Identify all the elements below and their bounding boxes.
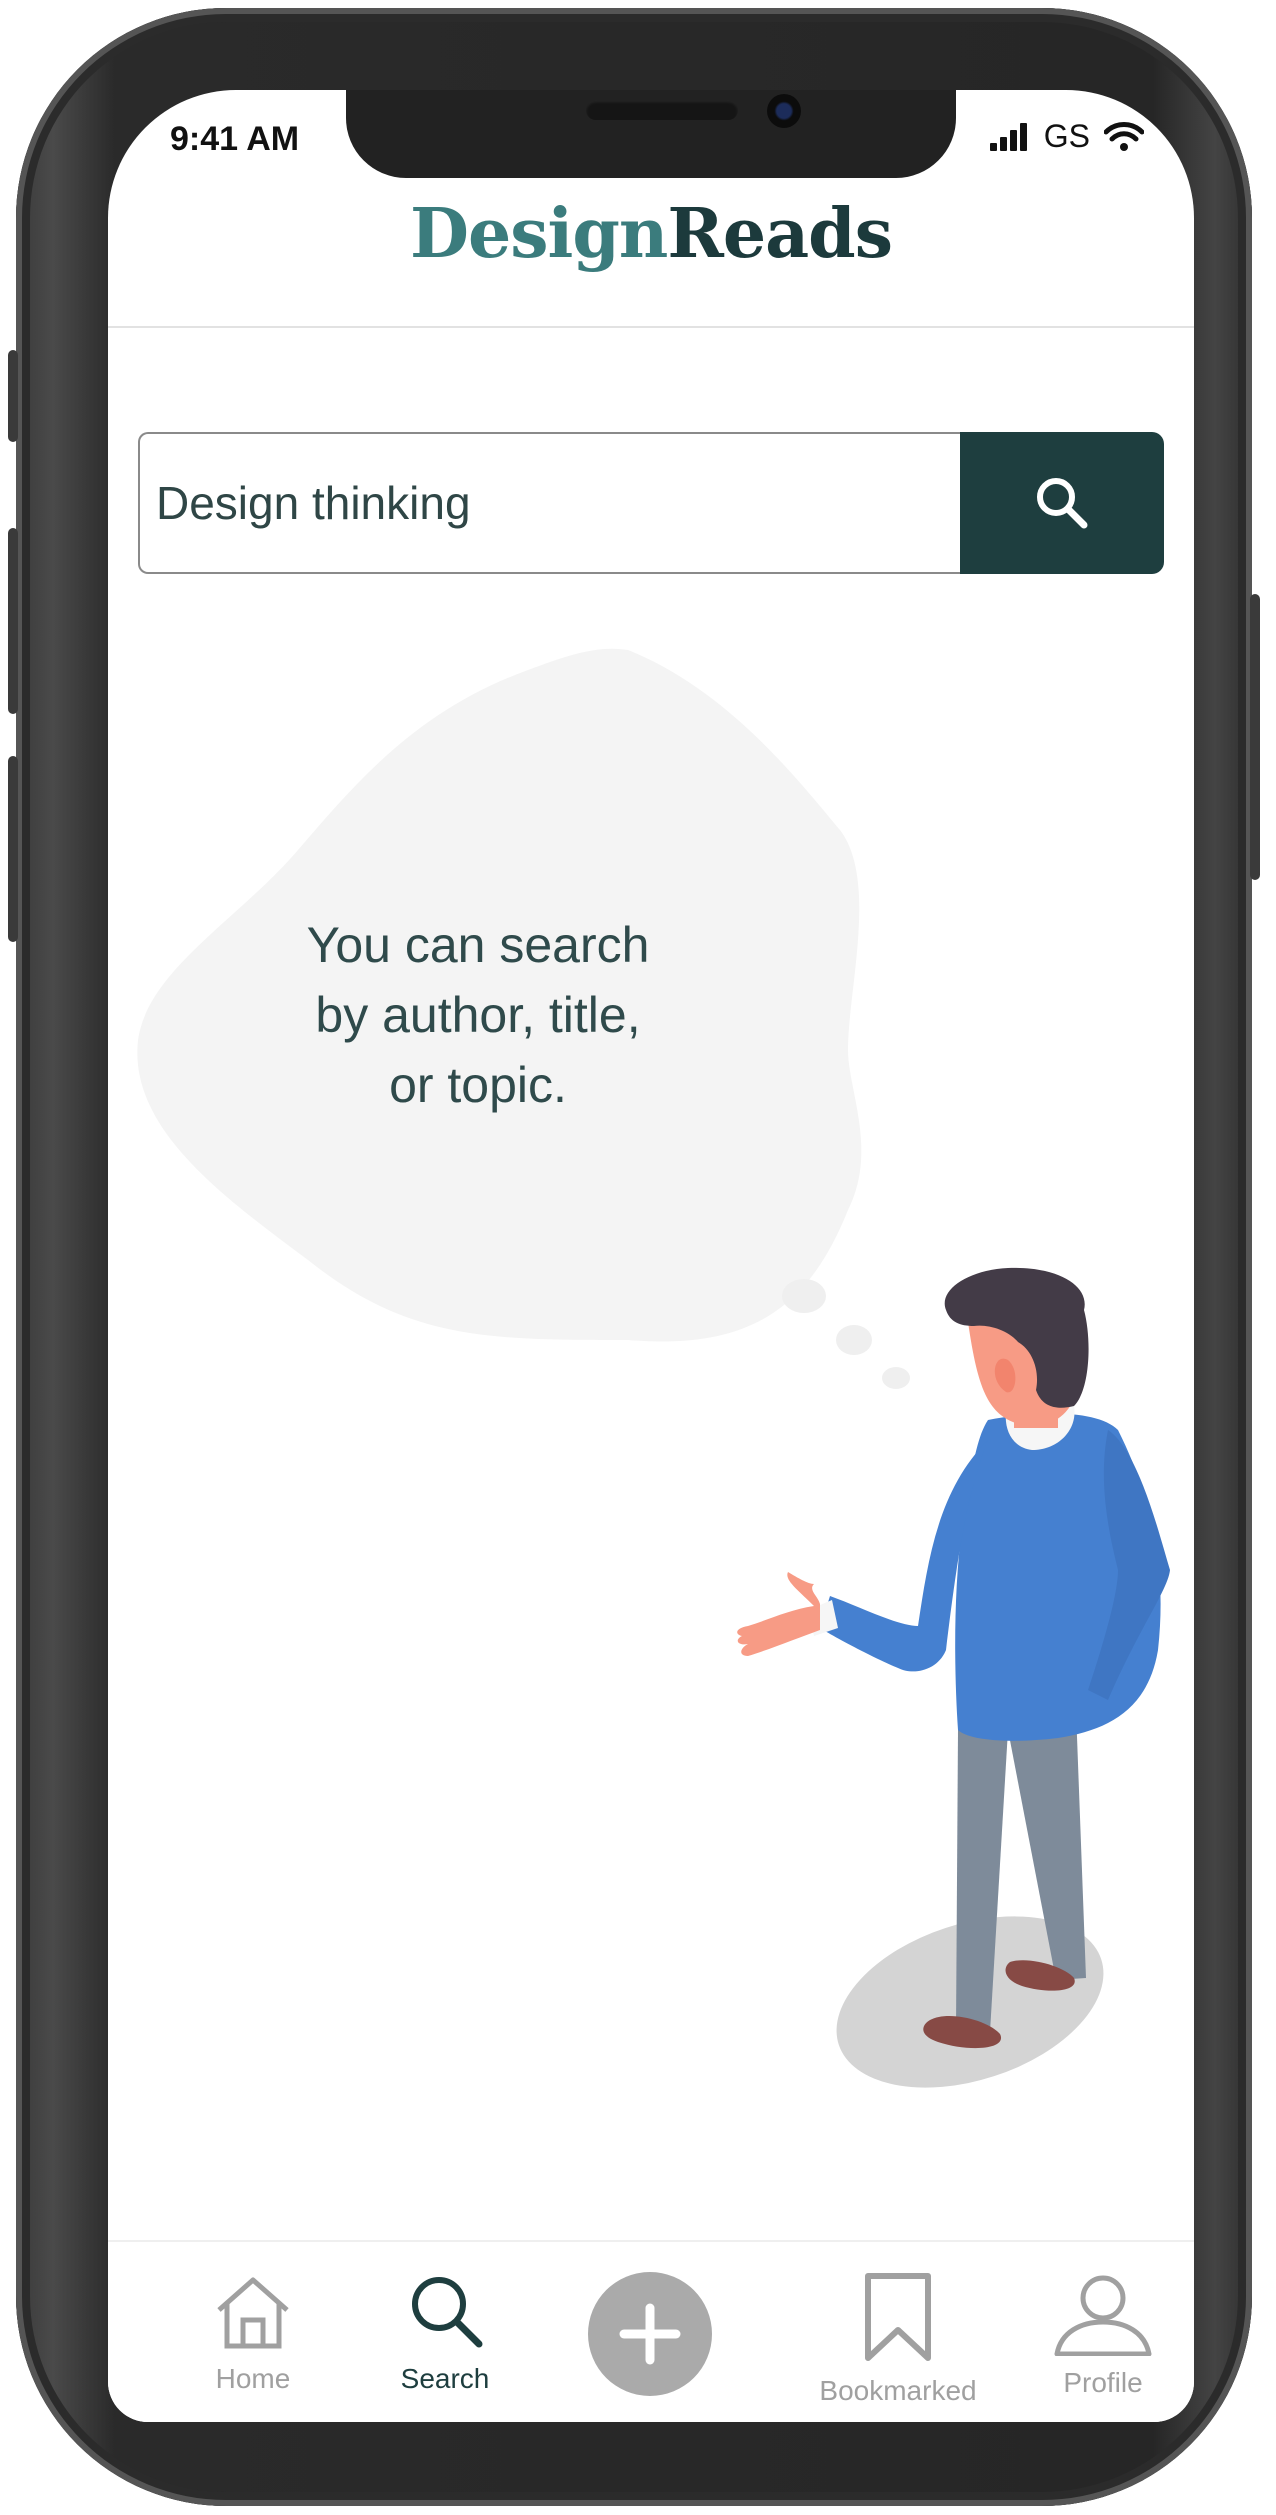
add-button[interactable]	[588, 2272, 712, 2396]
search-icon	[1037, 478, 1088, 529]
signal-icon	[989, 122, 1027, 151]
hint-line-1: You can search	[306, 917, 650, 973]
bottom-tab-bar: Home Search Bookmarked Profile	[108, 2240, 1194, 2422]
app-logo: DesignReads	[108, 200, 1194, 268]
tab-bookmarked-label: Bookmarked	[819, 2375, 977, 2406]
search-icon	[412, 2277, 483, 2348]
tab-profile-label: Profile	[1063, 2367, 1143, 2398]
earpiece-speaker	[586, 100, 738, 120]
search-button[interactable]	[960, 432, 1164, 574]
thought-dot-small	[882, 1367, 910, 1389]
front-camera	[767, 94, 801, 128]
hint-line-2: by author, title,	[315, 987, 641, 1043]
power-button	[1250, 594, 1260, 880]
hint-line-3: or topic.	[389, 1057, 567, 1113]
bookmark-icon	[865, 2273, 931, 2361]
volume-up-button	[8, 528, 18, 714]
wifi-icon	[1104, 121, 1144, 151]
tab-profile[interactable]: Profile	[1038, 2272, 1168, 2399]
thought-dot-medium	[836, 1325, 872, 1355]
home-icon	[217, 2277, 289, 2349]
search-hint: You can search by author, title, or topi…	[248, 910, 708, 1120]
tab-bookmarked[interactable]: Bookmarked	[808, 2272, 988, 2407]
search-input[interactable]	[138, 432, 960, 574]
tab-search[interactable]: Search	[370, 2272, 520, 2395]
logo-reads: Reads	[667, 194, 893, 274]
app-header: DesignReads	[108, 200, 1194, 328]
carrier-label: GS	[1043, 118, 1090, 154]
plus-icon	[619, 2303, 681, 2365]
tab-search-label: Search	[400, 2363, 490, 2394]
logo-design: Design	[409, 194, 668, 274]
hand	[737, 1572, 820, 1656]
thinking-person-illustration	[137, 648, 1170, 2088]
silent-switch	[8, 350, 18, 442]
thought-dot-large	[782, 1279, 826, 1313]
screen: 9:41 AM GS DesignReads Design thinking Y…	[108, 90, 1194, 2422]
status-right: GS	[989, 118, 1144, 155]
tab-home-label: Home	[215, 2363, 291, 2394]
volume-down-button	[8, 756, 18, 942]
phone-frame: 9:41 AM GS DesignReads Design thinking Y…	[8, 8, 1260, 2506]
search-bar	[138, 432, 1164, 574]
profile-icon	[1054, 2275, 1152, 2357]
tab-home[interactable]: Home	[178, 2272, 328, 2395]
notch	[346, 90, 956, 178]
status-time: 9:41 AM	[170, 120, 300, 158]
